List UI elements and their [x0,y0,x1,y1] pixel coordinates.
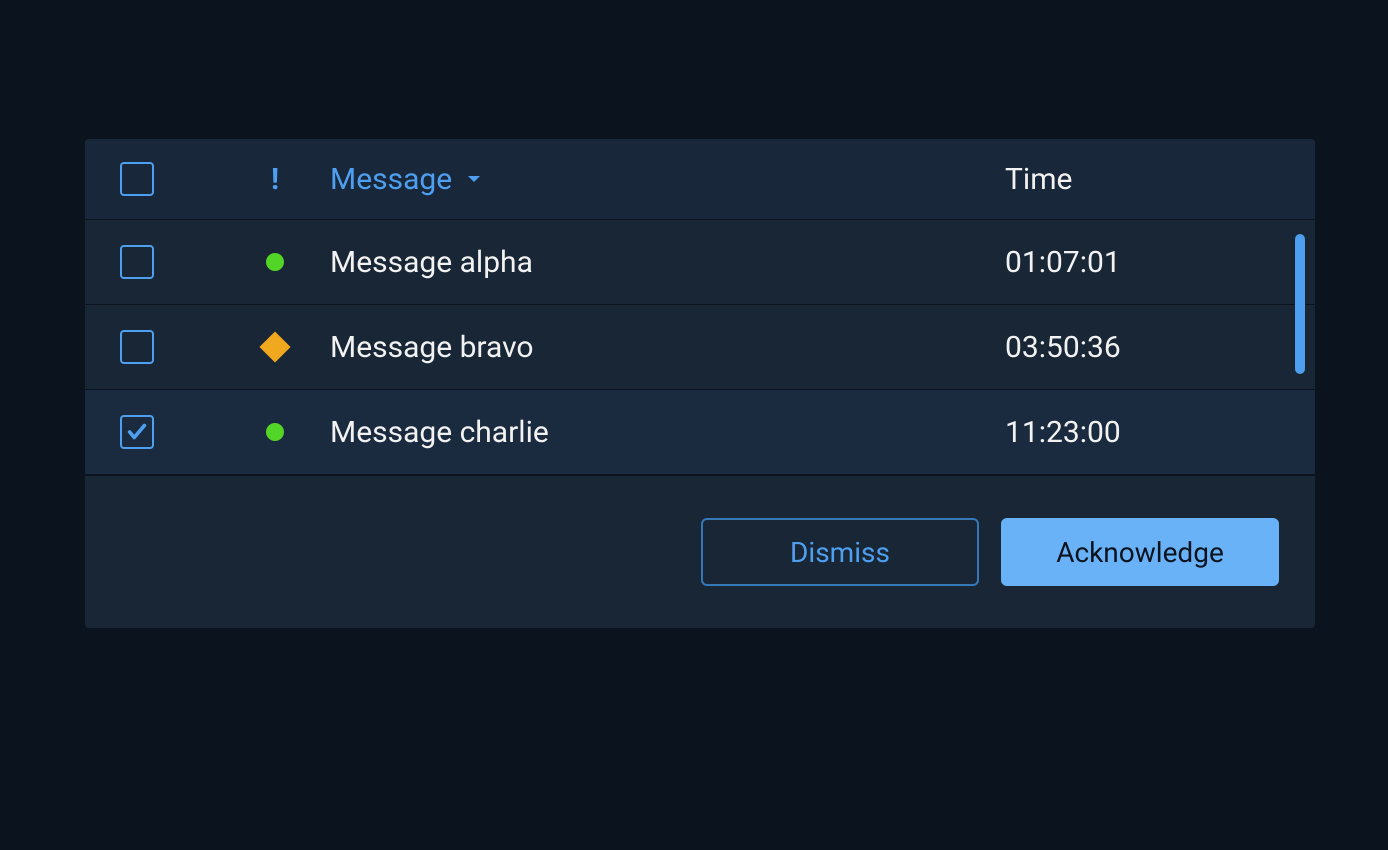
row-checkbox[interactable] [120,415,154,449]
column-header-message[interactable]: Message [330,162,1005,197]
column-header-message-label: Message [330,162,452,197]
row-message: Message bravo [330,330,1005,365]
row-checkbox[interactable] [120,245,154,279]
table-row[interactable]: Message bravo 03:50:36 [85,304,1315,389]
header-select-all-col [120,162,220,196]
row-checkbox[interactable] [120,330,154,364]
dismiss-button[interactable]: Dismiss [701,518,979,586]
table-row[interactable]: Message charlie 11:23:00 [85,389,1315,474]
column-header-time[interactable]: Time [1005,162,1315,197]
row-message: Message charlie [330,415,1005,450]
table-row[interactable]: Message alpha 01:07:01 [85,219,1315,304]
check-icon [126,421,148,443]
table-body: Message alpha 01:07:01 Message bravo 03:… [85,219,1315,474]
table-header: ! Message Time [85,139,1315,219]
row-time: 11:23:00 [1005,415,1315,450]
sort-descending-icon [466,173,482,185]
dialog-footer: Dismiss Acknowledge [85,474,1315,628]
acknowledge-button[interactable]: Acknowledge [1001,518,1279,586]
select-all-checkbox[interactable] [120,162,154,196]
scrollbar-thumb[interactable] [1295,234,1305,374]
column-header-severity[interactable]: ! [220,162,330,197]
row-message: Message alpha [330,245,1005,280]
severity-caution-icon [259,331,290,362]
severity-ok-icon [266,253,284,271]
severity-ok-icon [266,423,284,441]
row-time: 03:50:36 [1005,330,1315,365]
row-time: 01:07:01 [1005,245,1315,280]
message-dialog: ! Message Time Message alpha 01:07:01 [85,139,1315,628]
